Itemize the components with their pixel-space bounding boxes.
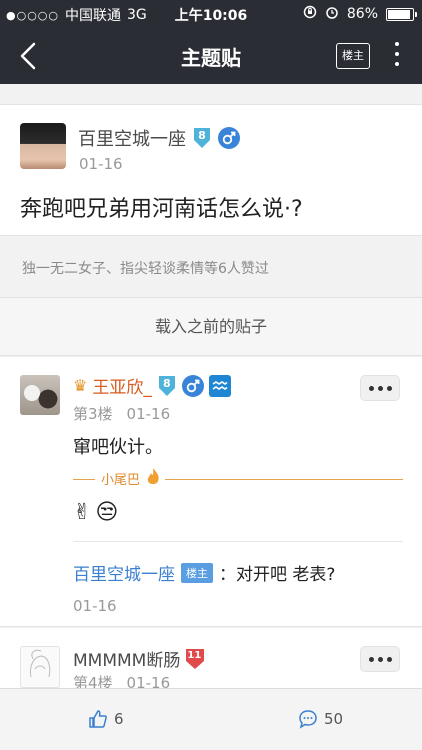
avatar[interactable] [20,123,66,169]
sub-reply-date: 01-16 [73,597,117,615]
comment-button[interactable]: 50 [298,709,343,729]
comment-icon [299,710,317,729]
floor-number: 第4楼 [73,674,113,688]
post-author[interactable]: 百里空城一座 [78,125,186,151]
tail-label: 小尾巴 [101,473,141,488]
alarm-icon [325,5,339,23]
likers-names: 独一无二女子、指尖轻谈柔情 [22,261,204,277]
main-post: 百里空城一座 8 01-16 奔跑吧兄弟用河南话怎么说·? [0,104,422,236]
only-owner-button[interactable]: 楼主 [336,43,370,69]
top-bar: ●○○○○ 中国联通 3G 上午10:06 86% 主题贴 楼主 [0,0,422,84]
status-bar: ●○○○○ 中国联通 3G 上午10:06 86% [0,0,422,28]
avatar[interactable] [20,646,60,688]
load-previous-button[interactable]: 载入之前的贴子 [0,298,422,356]
sub-reply[interactable]: 百里空城一座 楼主 ：对开吧 老表? 01-16 [73,541,403,615]
reply-date: 01-16 [126,405,171,423]
bottom-bar: 6 50 [0,688,422,750]
avatar[interactable] [20,375,60,415]
level-badge-icon: 8 [157,375,177,397]
reply-floor-4: MMMMM断肠 11 第4楼 01-16 [0,628,422,688]
reply-more-button[interactable] [360,646,400,672]
reply-author[interactable]: MMMMM断肠 [73,646,180,671]
post-title: 奔跑吧兄弟用河南话怎么说·? [20,197,303,222]
battery-percent: 86% [346,6,378,22]
level-badge-icon: 11 [184,648,205,670]
signature-tail: 小尾巴 [73,467,403,491]
likes-count-text: 等6人赞过 [204,261,269,277]
divider [165,479,403,480]
sub-reply-text: ：对开吧 老表? [219,565,336,585]
reply-emojis: ✌😒 [73,500,123,525]
level-number: 8 [198,129,206,142]
owner-badge: 楼主 [181,562,213,583]
thumb-up-icon [89,710,107,728]
floor-number: 第3楼 [73,405,113,423]
reply-author[interactable]: 王亚欣_ [92,373,152,398]
reply-date: 01-16 [126,674,171,688]
crown-icon: ♛ [73,376,88,395]
comment-count: 50 [324,710,344,728]
reply-content: 窜吧伙计。 [73,437,163,458]
like-button[interactable]: 6 [88,709,124,729]
reply-floor-3: ♛ 王亚欣_ 8 第3楼 01-16 窜吧伙计。 小尾巴 ✌😒 百里空城一座 楼主… [0,357,422,627]
level-number: 8 [163,376,171,390]
navigation-bar: 主题贴 楼主 [0,28,422,84]
flame-icon [147,468,159,484]
aquarius-icon [208,374,231,397]
more-vertical-icon[interactable] [394,42,400,70]
male-icon [218,127,240,149]
like-count: 6 [114,710,124,728]
rotation-lock-icon [303,5,317,23]
post-date: 01-16 [79,155,123,173]
reply-more-button[interactable] [360,375,400,401]
level-badge-icon: 8 [192,127,212,149]
divider [73,479,95,480]
battery-icon [386,7,417,21]
battery-level [388,9,411,19]
male-icon [181,374,204,397]
level-number: 11 [187,649,202,661]
likes-summary[interactable]: 独一无二女子、指尖轻谈柔情等6人赞过 [0,236,422,298]
sub-reply-author[interactable]: 百里空城一座 [73,560,175,585]
